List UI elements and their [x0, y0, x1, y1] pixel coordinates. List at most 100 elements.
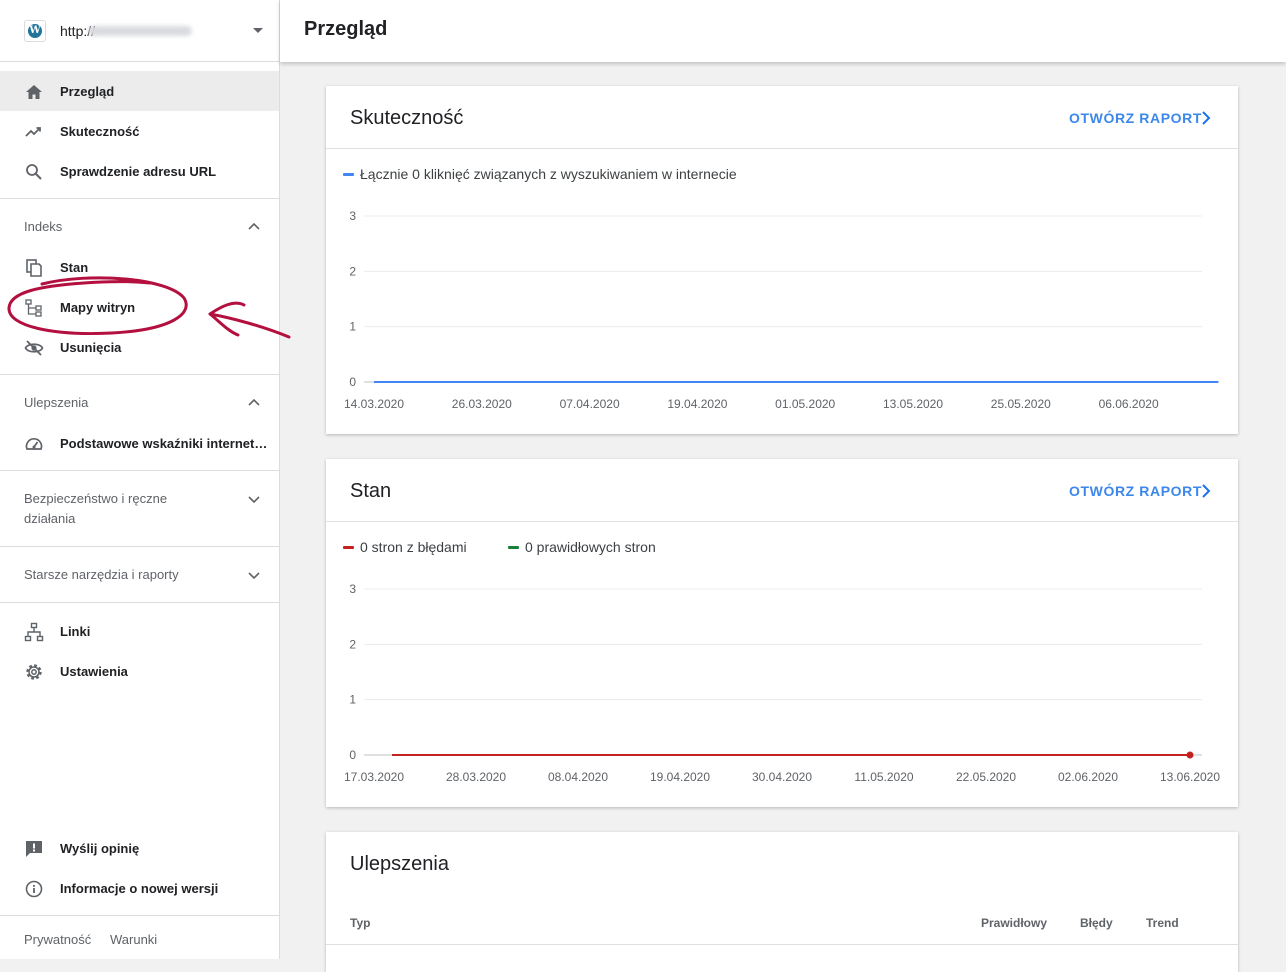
divider [0, 374, 279, 375]
search-icon [26, 164, 42, 180]
redacted-domain [88, 26, 192, 36]
x-tick-label: 02.06.2020 [1058, 770, 1118, 784]
legend-swatch [343, 172, 354, 176]
card-title: Ulepszenia [350, 853, 449, 875]
nav-item-coverage[interactable]: Stan [0, 247, 279, 287]
nav-item-label: Stan [60, 260, 89, 275]
legend-swatch [508, 545, 519, 549]
privacy-link[interactable]: Prywatność [24, 932, 91, 947]
y-tick-label: 0 [349, 375, 356, 389]
nav-item-label: Mapy witryn [60, 300, 136, 315]
coverage-card: Stan OTWÓRZ RAPORT 0 stron z błędami 0 p… [326, 459, 1238, 807]
y-tick-label: 1 [349, 693, 356, 707]
performance-chart: 0 1 2 3 14.03.2020 26.03.2020 07.04.2020 19.04.… [344, 209, 1219, 411]
open-report-button[interactable]: OTWÓRZ RAPORT [1069, 110, 1202, 126]
section-title: Indeks [24, 219, 63, 234]
divider [326, 148, 1238, 149]
divider [326, 521, 1238, 522]
enhancements-card: Ulepszenia Typ Prawidłowy Błędy Trend [326, 832, 1238, 972]
x-tick-label: 11.05.2020 [854, 770, 913, 784]
x-tick-label: 19.04.2020 [667, 397, 727, 411]
nav-item-links[interactable]: Linki [0, 611, 279, 651]
chevron-down-icon [248, 496, 260, 504]
speedometer-icon [25, 438, 43, 450]
divider [0, 470, 279, 471]
nav-item-label: Skuteczność [60, 124, 140, 139]
x-tick-label: 28.03.2020 [446, 770, 506, 784]
nav-item-label: Linki [60, 624, 91, 639]
open-report-button[interactable]: OTWÓRZ RAPORT [1069, 483, 1202, 499]
section-header-security[interactable]: Bezpieczeństwo i ręczne działania [0, 489, 279, 529]
chevron-right-icon[interactable] [1199, 110, 1213, 126]
section-header-enhancements[interactable]: Ulepszenia [0, 393, 279, 413]
chart-legend-errors: 0 stron z błędami [343, 539, 467, 555]
section-header-legacy[interactable]: Starsze narzędzia i raporty [0, 565, 279, 585]
page-title: Przegląd [304, 18, 388, 40]
section-header-index[interactable]: Indeks [0, 217, 279, 237]
nav-item-label: Wyślij opinię [60, 841, 140, 856]
legend-label: 0 prawidłowych stron [525, 539, 656, 555]
nav-item-label: Podstawowe wskaźniki internet… [60, 436, 268, 451]
chevron-right-icon[interactable] [1199, 483, 1213, 499]
y-tick-label: 1 [349, 320, 356, 334]
x-tick-label: 14.03.2020 [344, 397, 404, 411]
nav-item-release-notes[interactable]: Informacje o nowej wersji [0, 868, 279, 908]
nav-item-core-web-vitals[interactable]: Podstawowe wskaźniki internet… [0, 423, 279, 463]
nav-item-sitemaps[interactable]: Mapy witryn [0, 287, 279, 327]
info-icon [25, 880, 43, 898]
y-tick-label: 2 [349, 637, 356, 651]
column-header-type: Typ [350, 916, 371, 930]
nav-item-label: Informacje o nowej wersji [60, 881, 219, 896]
divider [326, 944, 1238, 945]
divider [0, 915, 279, 916]
feedback-icon [26, 841, 42, 857]
x-tick-label: 22.05.2020 [956, 770, 1016, 784]
column-header-errors: Błędy [1080, 916, 1113, 930]
section-title: Starsze narzędzia i raporty [24, 567, 179, 582]
copy-pages-icon [26, 259, 42, 277]
x-tick-label: 06.06.2020 [1099, 397, 1159, 411]
chart-legend: Łącznie 0 kliknięć związanych z wyszukiw… [343, 166, 737, 182]
x-tick-label: 08.04.2020 [548, 770, 608, 784]
legend-swatch [343, 545, 354, 549]
property-selector[interactable]: W http:// [0, 0, 279, 62]
terms-link[interactable]: Warunki [110, 932, 157, 947]
chevron-down-icon [248, 572, 260, 580]
eye-off-icon [24, 340, 44, 356]
x-tick-label: 17.03.2020 [344, 770, 404, 784]
dropdown-caret-icon [253, 28, 263, 33]
gear-icon [26, 664, 42, 680]
nav-item-performance[interactable]: Skuteczność [0, 111, 279, 151]
nav-item-label: Sprawdzenie adresu URL [60, 164, 217, 179]
x-tick-label: 26.03.2020 [452, 397, 512, 411]
home-icon [26, 85, 42, 99]
nav-item-label: Usunięcia [60, 340, 122, 355]
data-point [1186, 751, 1194, 759]
nav-item-feedback[interactable]: Wyślij opinię [0, 828, 279, 868]
card-title: Skuteczność [350, 107, 464, 129]
chart-legend-valid: 0 prawidłowych stron [508, 539, 656, 555]
x-tick-label: 19.04.2020 [650, 770, 710, 784]
y-tick-label: 0 [349, 748, 356, 762]
y-tick-label: 3 [349, 209, 356, 223]
nav-item-removals[interactable]: Usunięcia [0, 327, 279, 367]
chevron-up-icon [248, 398, 260, 406]
card-title: Stan [350, 480, 392, 502]
column-header-valid: Prawidłowy [981, 916, 1048, 930]
divider [0, 546, 279, 547]
sitemap-icon [25, 299, 42, 317]
nav-item-settings[interactable]: Ustawienia [0, 651, 279, 691]
nav-item-overview[interactable]: Przegląd [0, 71, 279, 111]
x-tick-label: 30.04.2020 [752, 770, 812, 784]
legend-label: 0 stron z błędami [360, 539, 467, 555]
x-tick-label: 07.04.2020 [560, 397, 620, 411]
section-title: Bezpieczeństwo i ręczne [24, 491, 168, 506]
divider [0, 198, 279, 199]
page-header: Przegląd [280, 0, 1286, 62]
nav-item-url-inspection[interactable]: Sprawdzenie adresu URL [0, 151, 279, 191]
chevron-up-icon [248, 222, 260, 230]
performance-card: Skuteczność OTWÓRZ RAPORT Łącznie 0 klik… [326, 86, 1238, 434]
nav-item-label: Przegląd [60, 84, 115, 99]
x-tick-label: 25.05.2020 [991, 397, 1051, 411]
divider [0, 602, 279, 603]
